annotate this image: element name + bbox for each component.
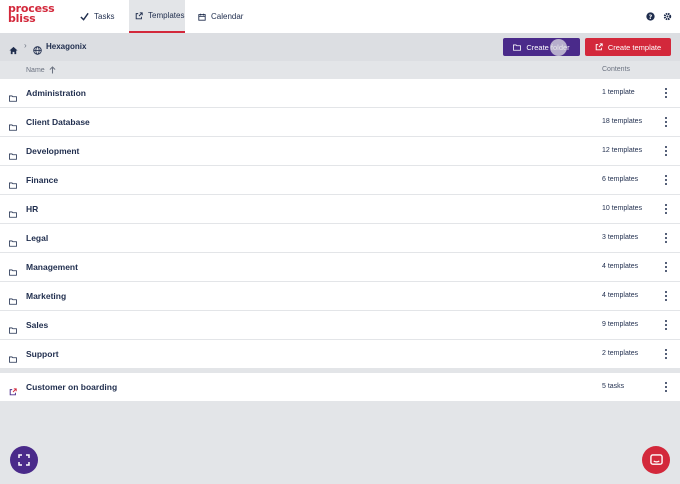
row-contents: 3 templates [602, 234, 639, 241]
tab-label: Templates [148, 11, 185, 20]
row-contents: 10 templates [602, 205, 643, 212]
create-folder-label: Create folder [526, 42, 570, 52]
calendar-icon [198, 13, 206, 21]
tab-label: Tasks [94, 12, 115, 21]
folder-icon [9, 176, 17, 194]
row-name: Legal [26, 233, 49, 243]
logo-line-2: bliss [8, 12, 36, 25]
top-navigation: process bliss Tasks Templates Calendar ? [0, 0, 680, 33]
row-contents: 12 templates [602, 147, 643, 154]
tab-tasks[interactable]: Tasks [74, 0, 120, 33]
app-logo[interactable]: process bliss [8, 3, 55, 25]
folder-row[interactable]: Administration 1 template [0, 79, 680, 108]
row-name: Development [26, 146, 80, 156]
row-name: Customer on boarding [26, 382, 118, 392]
tab-templates[interactable]: Templates [129, 0, 185, 33]
folder-icon [9, 321, 17, 339]
breadcrumb-item-hexagonix[interactable]: Hexagonix [46, 42, 86, 51]
sort-by-name-button[interactable]: Name [26, 66, 56, 74]
folder-row[interactable]: Sales 9 templates [0, 311, 680, 340]
globe-icon [33, 42, 42, 60]
more-options-icon[interactable] [662, 232, 670, 244]
more-options-icon[interactable] [662, 203, 670, 215]
table-header: Name Contents [0, 61, 680, 79]
more-options-icon[interactable] [662, 145, 670, 157]
expand-icon [18, 454, 30, 466]
folder-row[interactable]: Management 4 templates [0, 253, 680, 282]
home-icon[interactable] [9, 42, 18, 60]
more-options-icon[interactable] [662, 348, 670, 360]
row-contents: 5 tasks [602, 383, 625, 390]
fullscreen-button[interactable] [10, 446, 38, 474]
column-header-contents: Contents [602, 66, 631, 73]
more-options-icon[interactable] [662, 174, 670, 186]
row-name: Management [26, 262, 78, 272]
template-icon [135, 11, 143, 20]
more-options-icon[interactable] [662, 290, 670, 302]
create-template-label: Create template [607, 42, 662, 52]
row-contents: 4 templates [602, 292, 639, 299]
more-options-icon[interactable] [662, 319, 670, 331]
template-icon [9, 383, 17, 401]
row-name: Marketing [26, 291, 67, 301]
create-folder-button[interactable]: Create folder [503, 38, 580, 56]
more-options-icon[interactable] [662, 116, 670, 128]
template-row[interactable]: Customer on boarding 5 tasks [0, 373, 680, 402]
row-contents: 1 template [602, 89, 635, 96]
chevron-right-icon: › [24, 41, 27, 50]
row-name: Support [26, 349, 59, 359]
folder-icon [9, 234, 17, 252]
breadcrumb: › Hexagonix Create folder Create templat… [0, 33, 680, 61]
help-icon[interactable]: ? [645, 11, 655, 21]
more-options-icon[interactable] [662, 381, 670, 393]
row-name: Administration [26, 88, 86, 98]
folder-icon [9, 350, 17, 368]
folder-icon [9, 147, 17, 165]
template-list: Customer on boarding 5 tasks [0, 373, 680, 402]
column-header-name: Name [26, 66, 45, 74]
more-options-icon[interactable] [662, 261, 670, 273]
row-contents: 4 templates [602, 263, 639, 270]
tab-label: Calendar [211, 12, 244, 21]
arrow-up-icon [49, 66, 56, 74]
folder-row[interactable]: Support 2 templates [0, 340, 680, 369]
folder-icon [9, 205, 17, 223]
folder-row[interactable]: HR 10 templates [0, 195, 680, 224]
row-name: Client Database [26, 117, 90, 127]
row-contents: 2 templates [602, 350, 639, 357]
folder-row[interactable]: Client Database 18 templates [0, 108, 680, 137]
folder-row[interactable]: Development 12 templates [0, 137, 680, 166]
row-contents: 6 templates [602, 176, 639, 183]
chat-button[interactable] [642, 446, 670, 474]
template-icon [595, 43, 603, 51]
row-contents: 9 templates [602, 321, 639, 328]
row-name: Finance [26, 175, 59, 185]
folder-icon [9, 292, 17, 310]
folder-row[interactable]: Legal 3 templates [0, 224, 680, 253]
row-name: Sales [26, 320, 49, 330]
chat-icon [649, 453, 663, 467]
row-contents: 18 templates [602, 118, 643, 125]
more-options-icon[interactable] [662, 87, 670, 99]
row-name: HR [26, 204, 39, 214]
tab-calendar[interactable]: Calendar [192, 0, 249, 33]
create-template-button[interactable]: Create template [585, 38, 671, 56]
folder-icon [9, 89, 17, 107]
folder-list: Administration 1 template Client Database 1… [0, 79, 680, 369]
check-icon [80, 12, 89, 21]
folder-icon [9, 263, 17, 281]
folder-icon [9, 118, 17, 136]
folder-row[interactable]: Finance 6 templates [0, 166, 680, 195]
svg-text:?: ? [648, 13, 652, 20]
folder-row[interactable]: Marketing 4 templates [0, 282, 680, 311]
folder-icon [513, 44, 522, 51]
gear-icon[interactable] [662, 11, 672, 21]
